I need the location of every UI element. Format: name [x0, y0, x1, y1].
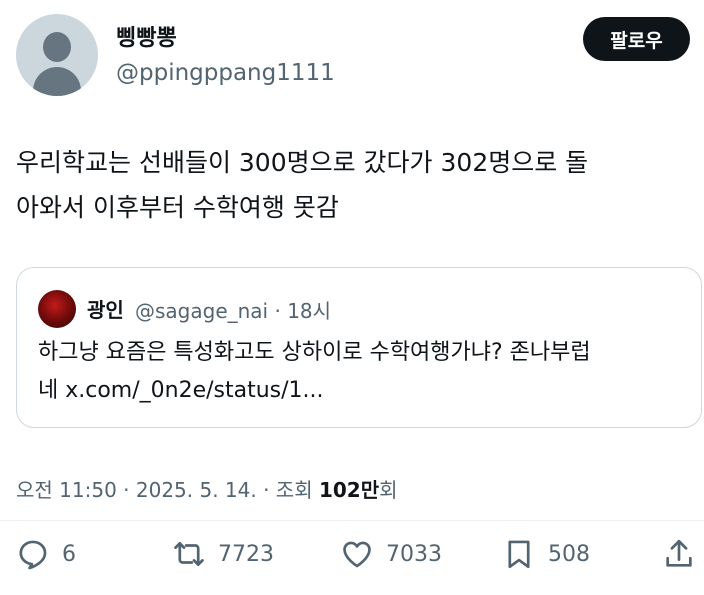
share-button[interactable]: [662, 536, 696, 572]
share-icon: [666, 539, 692, 567]
reply-icon: [19, 540, 47, 570]
quoted-tweet-text: 하그냥 요즘은 특성화고도 상하이로 수학여행가냐? 존나부럽 네 x.com/…: [38, 334, 688, 410]
retweet-icon: [174, 542, 204, 566]
tweet-text: 우리학교는 선배들이 300명으로 갔다가 302명으로 돌 아와서 이후부터 …: [16, 140, 688, 230]
quoted-text-line-2: 네 x.com/_0n2e/status/1...: [38, 378, 324, 403]
like-count: 7033: [386, 541, 442, 567]
bookmark-count: 508: [548, 541, 590, 567]
default-avatar-icon: [43, 32, 71, 62]
author-avatar[interactable]: [16, 14, 98, 96]
view-count: 102만: [318, 478, 380, 502]
bookmark-icon: [508, 540, 530, 569]
tweet-meta: 오전 11:50 · 2025. 5. 14. · 조회 102만회: [16, 474, 398, 503]
author-display-name[interactable]: 삥빵뽕: [116, 20, 177, 52]
reply-button[interactable]: 6: [16, 536, 76, 572]
action-divider: [0, 520, 704, 521]
quoted-author-handle-time: @sagage_nai · 18시: [135, 299, 332, 323]
quoted-author-name: 광인: [87, 298, 124, 322]
retweet-count: 7723: [218, 541, 274, 567]
tweet-time-date[interactable]: 오전 11:50 · 2025. 5. 14. · 조회: [16, 478, 319, 502]
follow-button[interactable]: 팔로우: [583, 17, 690, 61]
tweet-text-line-1: 우리학교는 선배들이 300명으로 갔다가 302명으로 돌: [16, 148, 589, 177]
quoted-text-line-1: 하그냥 요즘은 특성화고도 상하이로 수학여행가냐? 존나부럽: [38, 340, 591, 365]
view-count-suffix: 회: [379, 478, 398, 502]
like-icon: [343, 541, 371, 568]
like-button[interactable]: 7033: [340, 536, 442, 572]
quoted-tweet-card[interactable]: 광인 @sagage_nai · 18시 하그냥 요즘은 특성화고도 상하이로 …: [16, 267, 702, 428]
author-handle[interactable]: @ppingppang1111: [116, 60, 335, 86]
reply-count: 6: [62, 541, 76, 567]
default-avatar-body: [33, 67, 81, 96]
retweet-button[interactable]: 7723: [172, 536, 274, 572]
tweet-text-line-2: 아와서 이후부터 수학여행 못감: [16, 193, 339, 222]
bookmark-button[interactable]: 508: [502, 536, 590, 572]
quoted-author-avatar[interactable]: [38, 290, 76, 328]
